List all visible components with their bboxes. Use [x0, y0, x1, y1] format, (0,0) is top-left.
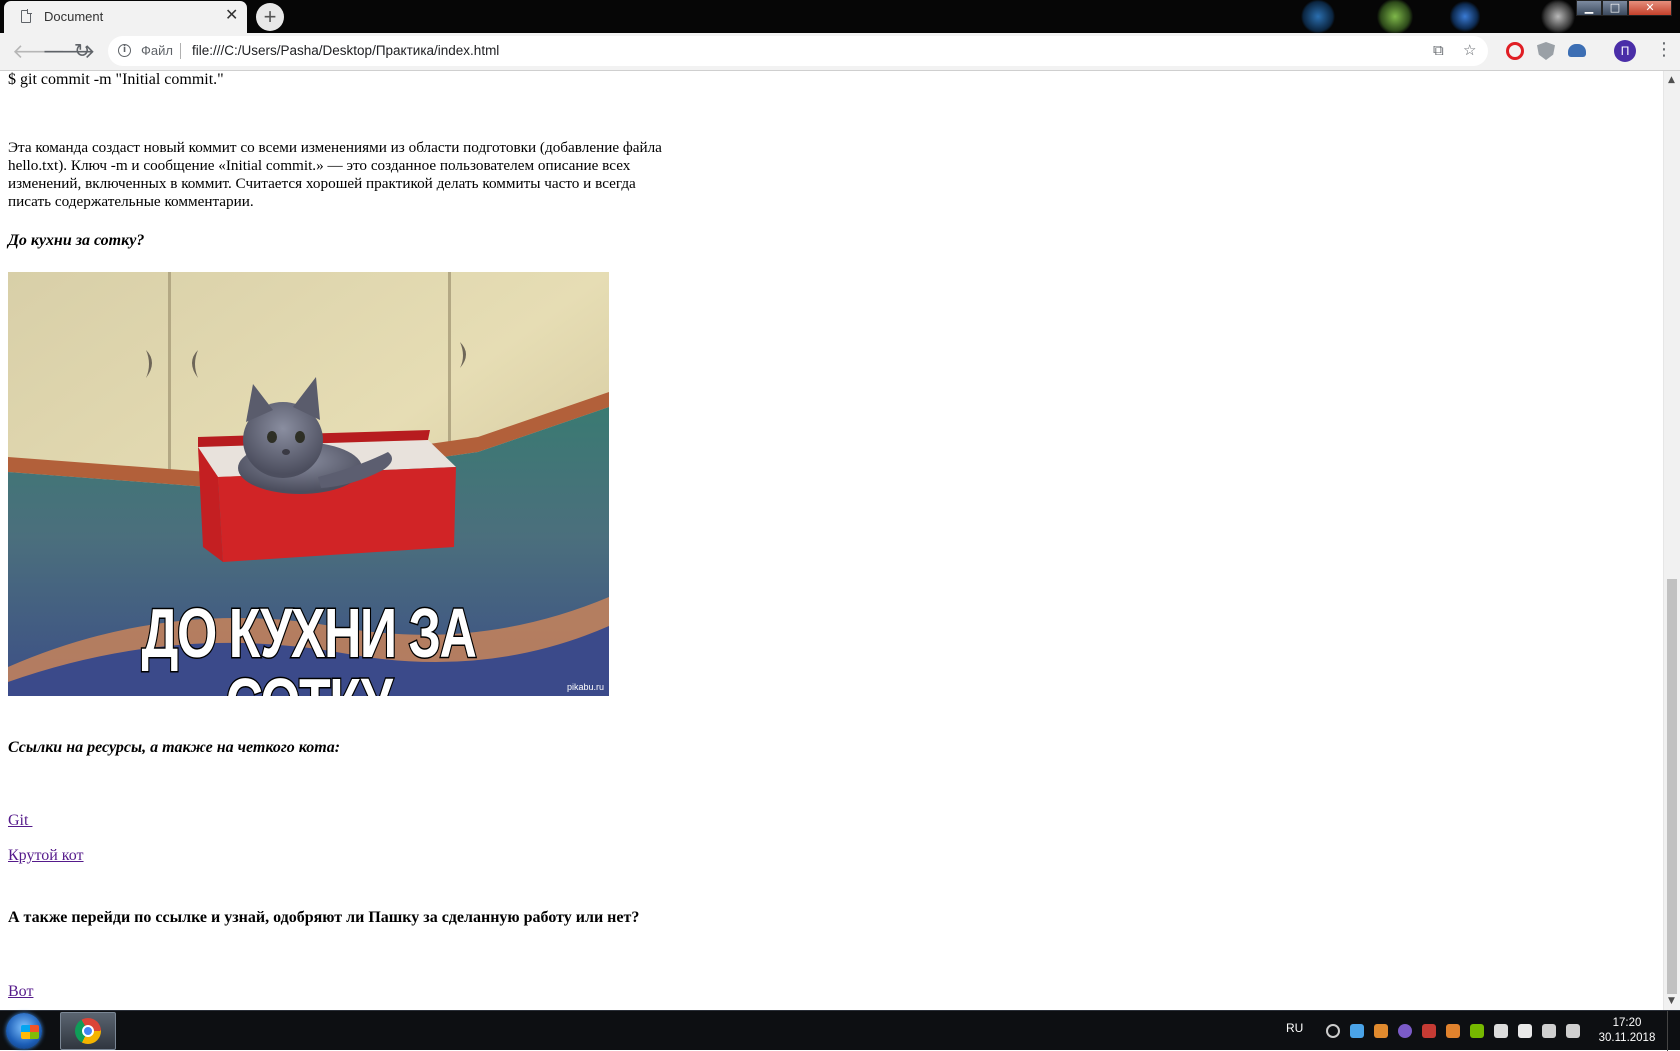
close-tab-icon[interactable]: ✕: [225, 7, 238, 25]
divider: [180, 43, 181, 59]
git-link[interactable]: Git: [8, 812, 32, 830]
windows-logo-icon: [21, 1025, 39, 1039]
start-button[interactable]: [6, 1013, 42, 1049]
vot-link[interactable]: Вот: [8, 983, 33, 1001]
address-bar[interactable]: i Файл file:///C:/Users/Pasha/Desktop/Пр…: [108, 36, 1488, 66]
link-tray-icon[interactable]: [1326, 1024, 1340, 1038]
links-heading: Ссылки на ресурсы, а также на четкого ко…: [8, 739, 341, 756]
scroll-down-icon[interactable]: ▼: [1668, 996, 1675, 1006]
cool-cat-link[interactable]: Крутой кот: [8, 847, 84, 865]
info-icon[interactable]: i: [118, 44, 131, 57]
page-viewport: $ git commit -m "Initial commit." Эта ко…: [0, 71, 1663, 1010]
reload-icon[interactable]: ↻: [74, 39, 90, 63]
nvidia-tray-icon[interactable]: [1470, 1024, 1484, 1038]
chrome-taskbar-button[interactable]: [60, 1012, 116, 1050]
question-heading: А также перейди по ссылке и узнай, одобр…: [8, 909, 640, 926]
scroll-up-icon[interactable]: ▲: [1668, 75, 1675, 85]
browser-toolbar: 🡐 🡒 ↻ i Файл file:///C:/Users/Pasha/Desk…: [0, 33, 1680, 71]
tab-strip: Document ✕ + ▁ □ ✕: [0, 0, 1680, 33]
network-tray-icon[interactable]: [1542, 1024, 1556, 1038]
close-window-button[interactable]: ✕: [1628, 0, 1672, 16]
tab-title: Document: [44, 9, 104, 24]
bookmark-star-icon[interactable]: ☆: [1463, 42, 1476, 59]
scrollbar-thumb[interactable]: [1667, 579, 1677, 994]
windows-taskbar: RU 17:20 30.11.2018: [0, 1010, 1680, 1051]
clock-date: 30.11.2018: [1598, 1032, 1656, 1044]
clock-time: 17:20: [1612, 1017, 1642, 1029]
scheme-label: Файл: [141, 43, 173, 58]
image-watermark: pikabu.ru: [566, 682, 604, 692]
vpn-extension-icon[interactable]: [1568, 44, 1586, 57]
archive-tray-icon[interactable]: [1446, 1024, 1460, 1038]
flag-tray-icon[interactable]: [1518, 1024, 1532, 1038]
window-controls: ▁ □ ✕: [1576, 0, 1672, 16]
fox-tray-icon[interactable]: [1374, 1024, 1388, 1038]
opera-extension-icon[interactable]: [1506, 42, 1524, 60]
viber-tray-icon[interactable]: [1398, 1024, 1412, 1038]
vertical-scrollbar[interactable]: ▲ ▼: [1663, 71, 1680, 1010]
kitten-caption: ДО КУХНИ ЗА СОТКУ: [140, 594, 478, 697]
language-indicator[interactable]: RU: [1286, 1021, 1303, 1035]
translate-icon[interactable]: ⧉: [1433, 42, 1444, 59]
shield-extension-icon[interactable]: [1537, 42, 1555, 60]
chrome-icon: [75, 1018, 101, 1044]
minimize-button[interactable]: ▁: [1576, 0, 1602, 16]
kitchen-heading: До кухни за сотку?: [8, 232, 145, 249]
volume-tray-icon[interactable]: [1566, 1024, 1580, 1038]
cloud-tray-icon[interactable]: [1350, 1024, 1364, 1038]
desktop-background: [1375, 0, 1415, 33]
show-desktop-button[interactable]: [1667, 1011, 1680, 1051]
page-icon: [21, 9, 32, 23]
git-command-line: $ git commit -m "Initial commit.": [8, 71, 224, 88]
new-tab-button[interactable]: +: [256, 3, 284, 31]
profile-avatar[interactable]: П: [1614, 40, 1636, 62]
usb-tray-icon[interactable]: [1494, 1024, 1508, 1038]
menu-icon[interactable]: ⋮: [1655, 39, 1673, 61]
desktop-background: [1450, 0, 1480, 33]
description-paragraph: Эта команда создаст новый коммит со всем…: [8, 139, 662, 210]
desktop-background: [1300, 0, 1336, 33]
kitten-image: ДО КУХНИ ЗА СОТКУ pikabu.ru: [8, 272, 609, 696]
desktop-background: [1540, 0, 1576, 33]
app-tray-icon[interactable]: [1422, 1024, 1436, 1038]
maximize-button[interactable]: □: [1602, 0, 1628, 16]
tab-document[interactable]: Document ✕: [4, 1, 247, 33]
url-text[interactable]: file:///C:/Users/Pasha/Desktop/Практика/…: [192, 43, 499, 58]
taskbar-clock[interactable]: 17:20 30.11.2018: [1592, 1016, 1662, 1046]
